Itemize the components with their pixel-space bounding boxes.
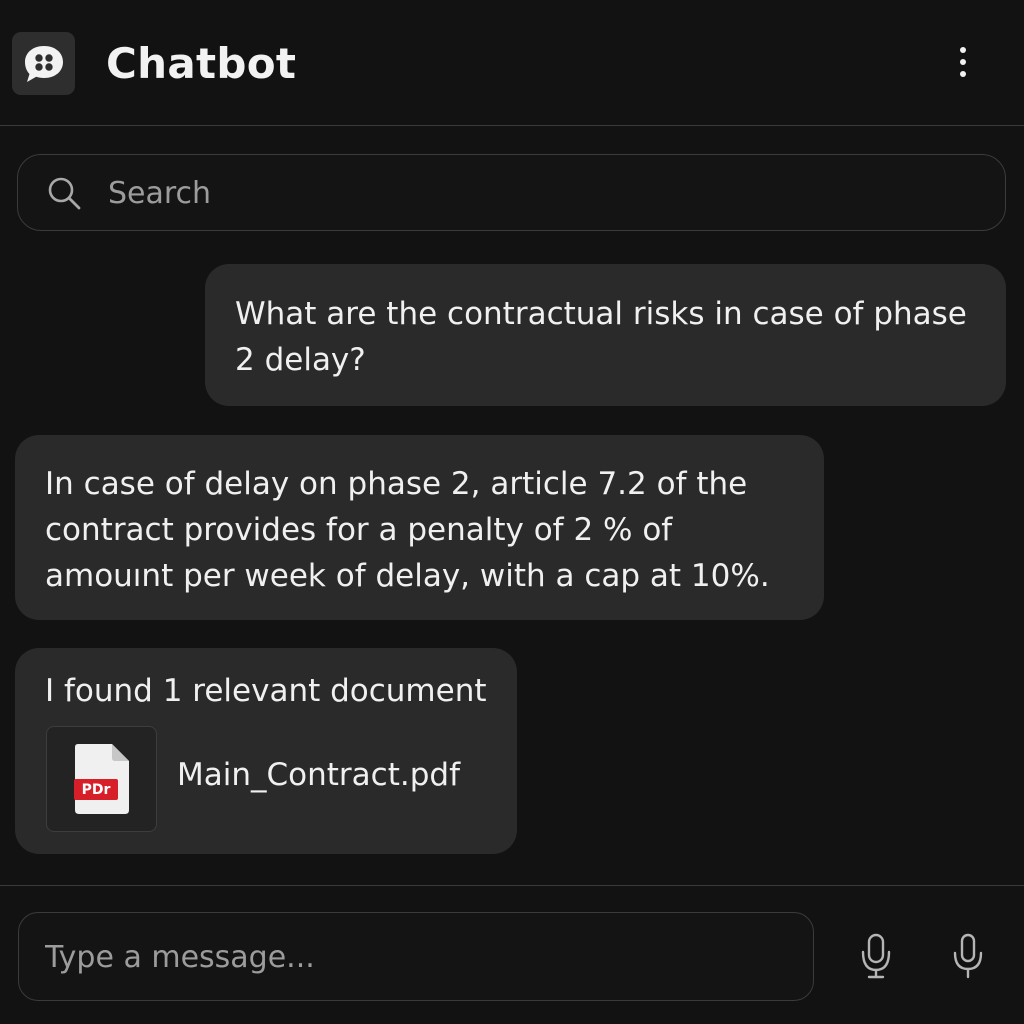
search-bar: [17, 154, 1006, 231]
message-input-container: [18, 912, 814, 1001]
user-message: What are the contractual risks in case o…: [205, 264, 1006, 406]
menu-dot: [960, 71, 966, 77]
menu-dot: [960, 59, 966, 65]
bot-message: In case of delay on phase 2, article 7.2…: [15, 435, 824, 620]
app-header: Chatbot: [0, 0, 1024, 126]
attachment-filename[interactable]: Main_Contract.pdf: [177, 752, 460, 798]
chat-bubble-icon: [12, 32, 75, 95]
message-input[interactable]: [43, 927, 783, 987]
page-title: Chatbot: [106, 39, 297, 88]
search-icon: [48, 177, 81, 210]
search-input[interactable]: [106, 165, 966, 221]
chat-app: Chatbot What are the contractual risks i…: [0, 0, 1024, 1024]
message-text: In case of delay on phase 2, article 7.2…: [45, 466, 770, 594]
microphone-outline-icon[interactable]: [852, 928, 900, 984]
message-text: What are the contractual risks in case o…: [235, 296, 967, 378]
microphone-icon[interactable]: [944, 928, 992, 984]
menu-dot: [960, 47, 966, 53]
pdf-badge-label: PDr: [81, 782, 110, 798]
bot-message-document: I found 1 relevant document PDr Main_Con…: [15, 648, 517, 854]
pdf-file-icon[interactable]: PDr: [46, 726, 157, 832]
more-vertical-icon[interactable]: [944, 42, 982, 82]
message-composer: [0, 885, 1024, 1024]
message-text: I found 1 relevant document: [45, 673, 487, 709]
